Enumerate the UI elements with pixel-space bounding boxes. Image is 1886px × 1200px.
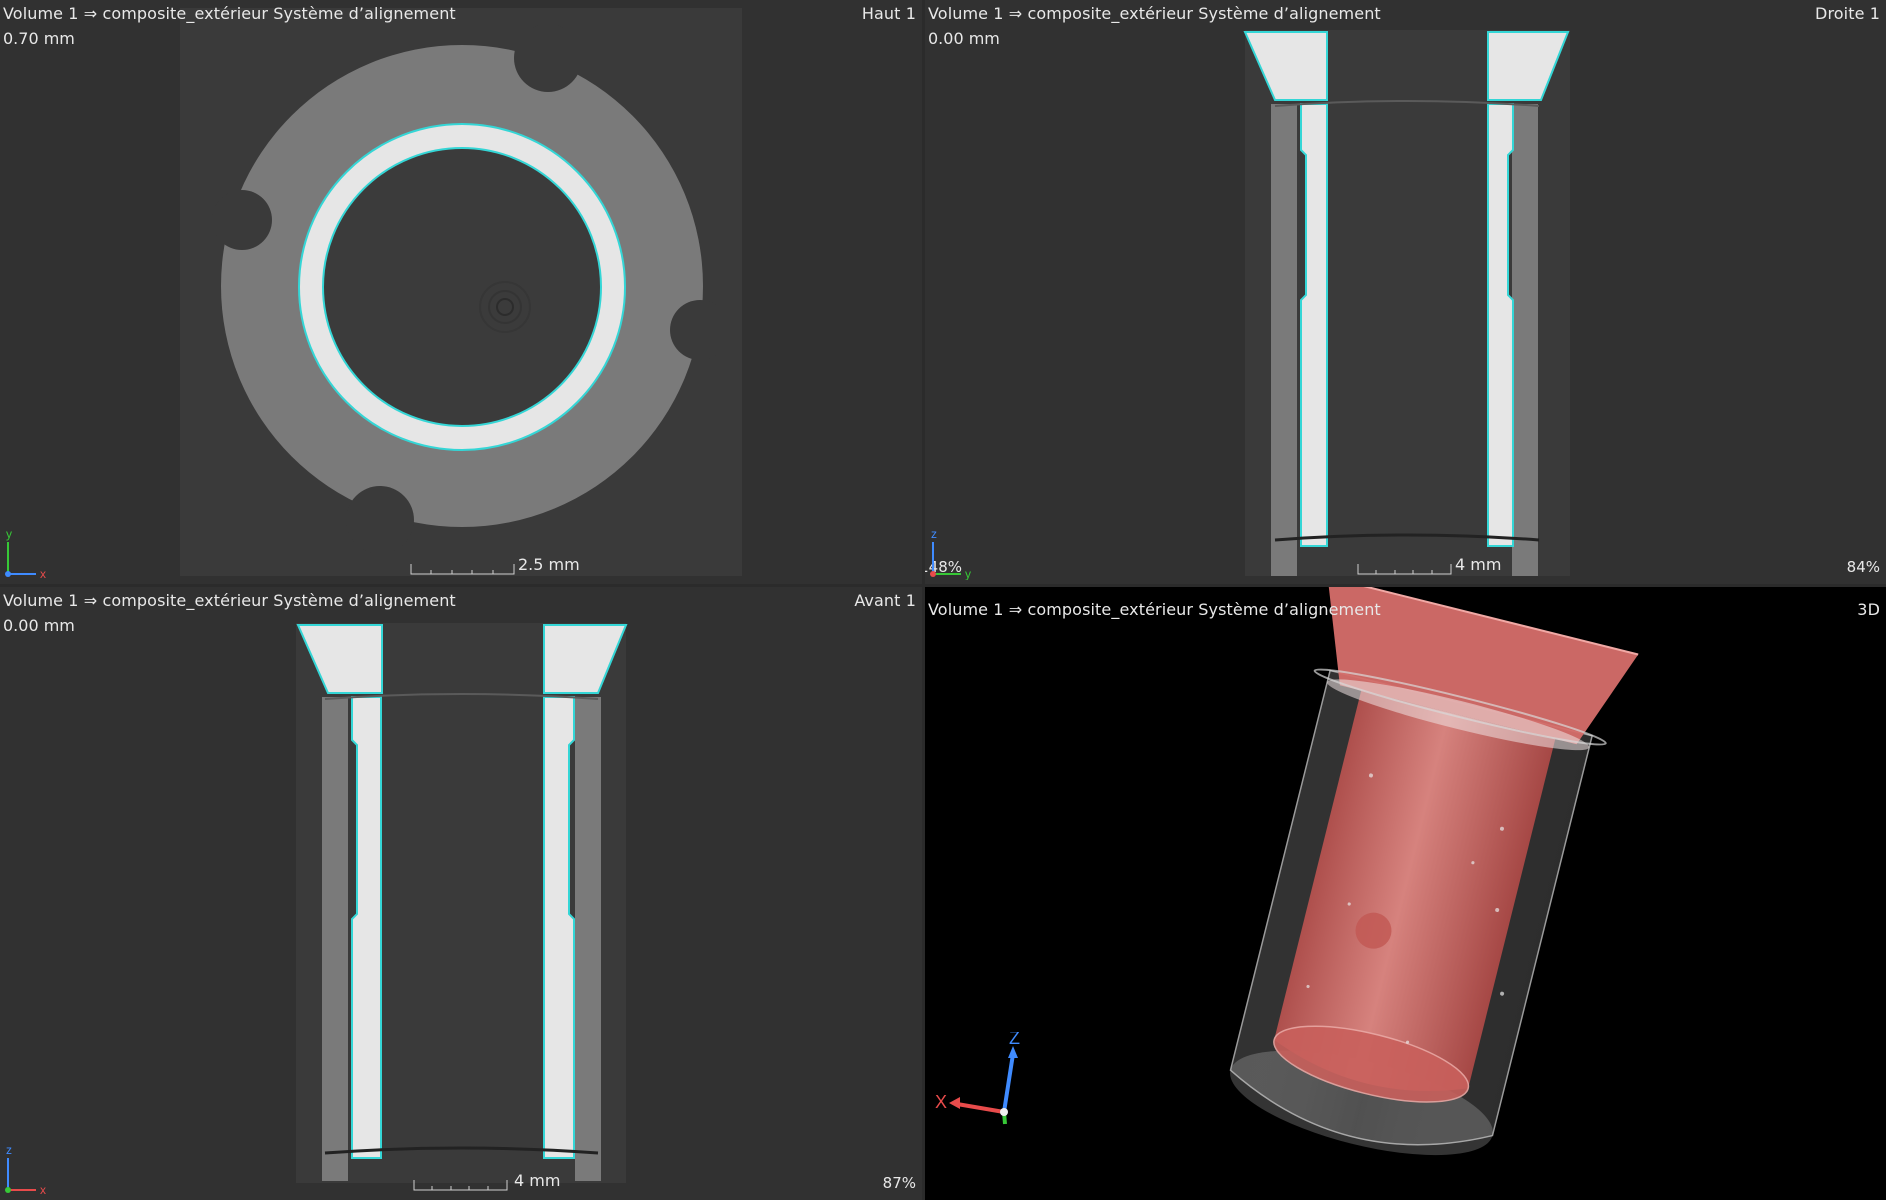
axis-triad-icon: z x: [5, 1144, 46, 1196]
slice-image-top[interactable]: [0, 0, 922, 584]
viewport-title: Volume 1 ⇒ composite_extérieur Système d…: [928, 4, 1381, 23]
viewport-3d[interactable]: Volume 1 ⇒ composite_extérieur Système d…: [925, 587, 1886, 1200]
axis-h-label: y: [965, 567, 971, 580]
axis-z-label: Z: [1009, 1032, 1020, 1048]
axis-triad-3d-icon[interactable]: Z X: [931, 1032, 1021, 1127]
slice-image-right[interactable]: [925, 0, 1886, 584]
axis-triad-icon: z y: [930, 528, 971, 580]
viewport-title: Volume 1 ⇒ composite_extérieur Système d…: [928, 600, 1381, 619]
axis-x-label: X: [935, 1092, 947, 1112]
viewport-front-slice[interactable]: Volume 1 ⇒ composite_extérieur Système d…: [0, 587, 922, 1200]
axis-h-label: x: [40, 567, 46, 580]
axis-triad-icon: y x: [5, 528, 46, 580]
scale-bar-label: 4 mm: [514, 1171, 561, 1190]
axis-v-label: z: [6, 1144, 12, 1157]
ct-analysis-workspace: Volume 1 ⇒ composite_extérieur Système d…: [0, 0, 1886, 1200]
scale-bar: [413, 1180, 508, 1191]
slice-position: 0.70 mm: [3, 29, 75, 48]
volume-render-3d[interactable]: [925, 587, 1886, 1200]
slice-position: 0.00 mm: [928, 29, 1000, 48]
view-name-label: Haut 1: [861, 4, 916, 23]
view-name-label: 3D: [1857, 600, 1880, 619]
scale-bar-label: 4 mm: [1455, 555, 1502, 574]
viewport-right-slice[interactable]: Volume 1 ⇒ composite_extérieur Système d…: [925, 0, 1886, 584]
axis-v-label: y: [6, 528, 12, 541]
scale-bar: [1357, 564, 1452, 575]
viewport-top-slice[interactable]: Volume 1 ⇒ composite_extérieur Système d…: [0, 0, 922, 584]
axis-h-label: x: [40, 1183, 46, 1196]
viewport-title: Volume 1 ⇒ composite_extérieur Système d…: [3, 4, 456, 23]
slice-position: 0.00 mm: [3, 616, 75, 635]
scale-bar-label: 2.5 mm: [518, 555, 580, 574]
view-name-label: Avant 1: [854, 591, 916, 610]
zoom-readout: 84%: [1846, 558, 1880, 576]
zoom-readout: 87%: [882, 1174, 916, 1192]
view-name-label: Droite 1: [1815, 4, 1880, 23]
viewport-title: Volume 1 ⇒ composite_extérieur Système d…: [3, 591, 456, 610]
axis-v-label: z: [931, 528, 937, 541]
slice-image-front[interactable]: [0, 587, 922, 1200]
scale-bar: [410, 564, 515, 575]
